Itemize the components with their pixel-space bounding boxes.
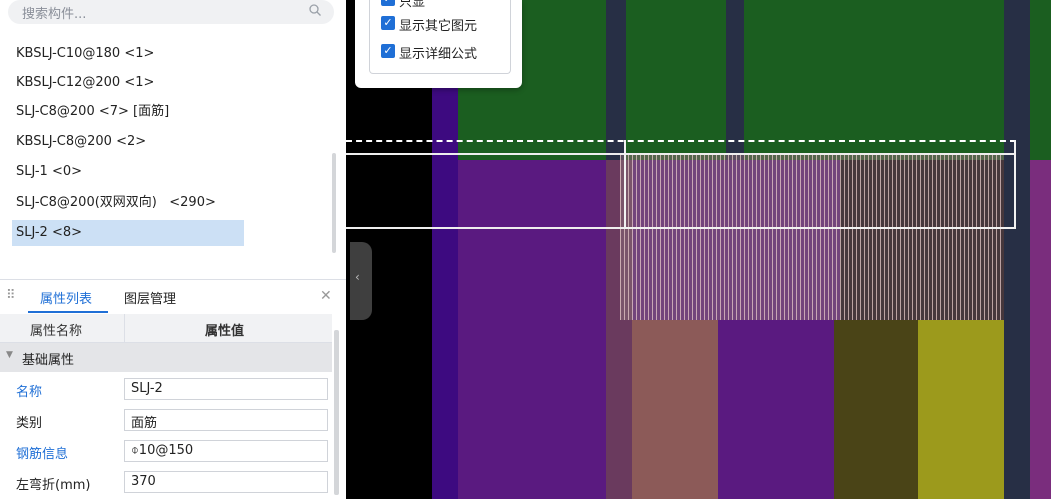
option-label: 只显 (399, 0, 426, 10)
column-header-name: 属性名称 (30, 324, 83, 339)
display-options-panel: ✓ 只显 ✓ 显示其它图元 ✓ 显示详细公式 (355, 0, 522, 88)
property-value: ⌽10@150 (131, 443, 194, 458)
slab-green (744, 0, 1004, 160)
property-row: 钢筋信息 ⌽10@150 (0, 437, 332, 467)
property-name: 左弯折(mm) (16, 478, 91, 493)
property-value: 370 (131, 474, 156, 489)
tab-attribute-list[interactable]: 属性列表 (40, 288, 92, 307)
column-header-value: 属性值 (205, 324, 245, 339)
property-value: 面筋 (131, 416, 158, 431)
collapse-caret-icon[interactable]: ▼ (6, 350, 13, 360)
property-name: 钢筋信息 (16, 447, 69, 462)
group-label: 基础属性 (22, 353, 75, 368)
property-group-basic[interactable]: ▼ 基础属性 (0, 343, 332, 372)
checkbox-icon[interactable]: ✓ (381, 0, 395, 6)
option-label: 显示详细公式 (399, 47, 478, 62)
collapse-arrow-icon[interactable]: ‹ (355, 270, 360, 284)
property-table-header: 属性名称 属性值 (0, 314, 332, 343)
property-name: 类别 (16, 416, 43, 431)
property-scrollbar[interactable] (334, 330, 339, 495)
beam (1004, 0, 1030, 499)
component-item[interactable]: KBSLJ-C12@200 <1> (12, 70, 158, 96)
checkbox-icon[interactable]: ✓ (381, 16, 395, 30)
property-tabbar: ⠿ 属性列表 图层管理 ✕ (0, 279, 346, 314)
component-item[interactable]: SLJ-C8@200(双网双向) <290> (12, 190, 220, 216)
component-item[interactable]: KBSLJ-C10@180 <1> (12, 41, 158, 67)
list-scrollbar[interactable] (332, 153, 336, 253)
property-row: 类别 面筋 (0, 406, 332, 436)
property-name: 名称 (16, 385, 43, 400)
slab-olive-dark (834, 320, 918, 499)
property-row: 左弯折(mm) 370 (0, 468, 332, 498)
slab-purple (718, 320, 834, 499)
slab-green (1030, 0, 1051, 160)
slab-green (626, 0, 726, 160)
beam (726, 0, 744, 160)
selected-rebar-outline (624, 140, 1016, 229)
left-panel: 搜索构件... KBSLJ-C10@180 <1> KBSLJ-C12@200 … (0, 0, 346, 499)
checkbox-icon[interactable]: ✓ (381, 44, 395, 58)
slab-purple (1030, 160, 1051, 499)
tab-layer-management[interactable]: 图层管理 (124, 288, 176, 307)
slab-pink (632, 320, 718, 499)
beam (606, 0, 626, 160)
option-label: 显示其它图元 (399, 19, 478, 34)
search-placeholder: 搜索构件... (22, 7, 87, 22)
column-divider (124, 314, 125, 342)
component-item-selected[interactable]: SLJ-2 <8> (12, 220, 244, 246)
active-tab-indicator (28, 311, 108, 313)
property-value-field[interactable]: 面筋 (124, 409, 328, 431)
component-item[interactable]: KBSLJ-C8@200 <2> (12, 129, 150, 155)
grip-icon[interactable]: ⠿ (6, 288, 16, 303)
panel-collapse-handle[interactable]: ‹ (350, 242, 372, 320)
search-icon[interactable] (308, 3, 322, 17)
property-value-field[interactable]: SLJ-2 (124, 378, 328, 400)
slab-olive (918, 320, 1004, 499)
property-value-field[interactable]: 370 (124, 471, 328, 493)
component-item[interactable]: SLJ-C8@200 <7> [面筋] (12, 99, 173, 125)
property-row: 名称 SLJ-2 (0, 375, 332, 405)
options-box (369, 0, 511, 74)
property-value: SLJ-2 (131, 381, 163, 396)
property-value-field[interactable]: ⌽10@150 (124, 440, 328, 462)
search-input[interactable]: 搜索构件... (8, 0, 334, 24)
close-icon[interactable]: ✕ (320, 288, 332, 304)
component-item[interactable]: SLJ-1 <0> (12, 159, 86, 185)
